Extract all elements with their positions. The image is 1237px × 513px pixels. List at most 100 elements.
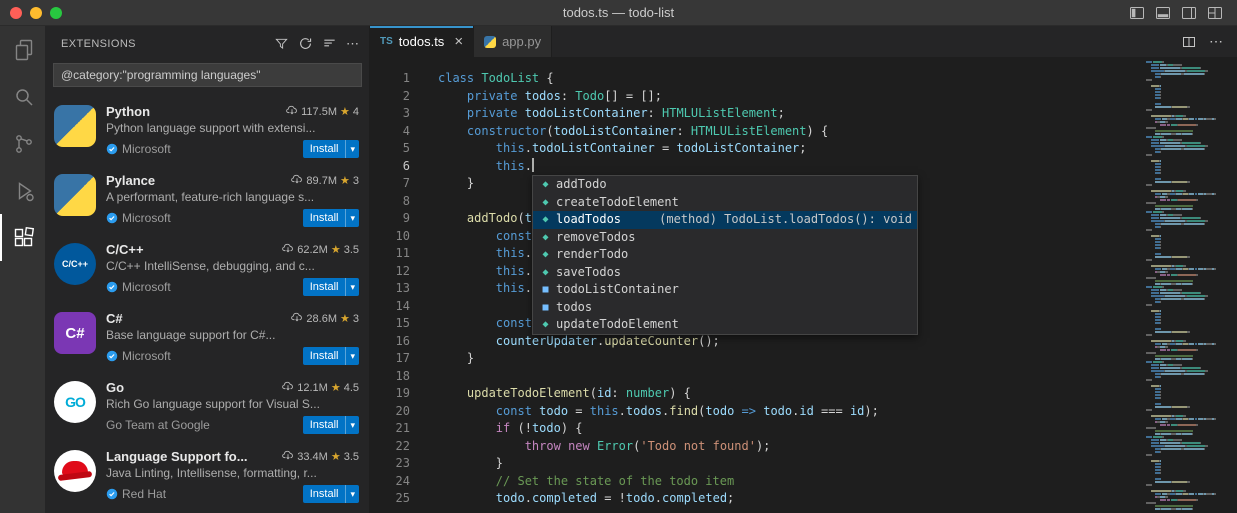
code-line[interactable]: // Set the state of the todo item bbox=[438, 473, 1142, 491]
install-button[interactable]: Install▾ bbox=[303, 140, 359, 158]
extension-item-c-c[interactable]: C/C++C/C++62.2M★3.5C/C++ IntelliSense, d… bbox=[45, 233, 369, 302]
line-number[interactable]: 18 bbox=[370, 368, 410, 386]
code-line[interactable]: class TodoList { bbox=[438, 70, 1142, 88]
line-number[interactable]: 25 bbox=[370, 490, 410, 508]
line-number[interactable]: 10 bbox=[370, 228, 410, 246]
refresh-icon[interactable] bbox=[298, 36, 313, 51]
line-number[interactable]: 20 bbox=[370, 403, 410, 421]
activity-explorer[interactable] bbox=[0, 26, 45, 73]
code-line[interactable]: updateTodoElement(id: number) { bbox=[438, 385, 1142, 403]
extension-item-python[interactable]: Python117.5M★4Python language support wi… bbox=[45, 95, 369, 164]
minimap[interactable] bbox=[1142, 57, 1237, 513]
install-dropdown-chevron-icon[interactable]: ▾ bbox=[345, 416, 359, 434]
suggest-item-loadTodos[interactable]: ◆loadTodos(method) TodoList.loadTodos():… bbox=[533, 211, 917, 229]
code-line[interactable]: } bbox=[438, 455, 1142, 473]
suggest-item-saveTodos[interactable]: ◆saveTodos bbox=[533, 264, 917, 282]
line-number[interactable]: 19 bbox=[370, 385, 410, 403]
install-button[interactable]: Install▾ bbox=[303, 416, 359, 434]
line-number[interactable]: 7 bbox=[370, 175, 410, 193]
line-number[interactable]: 3 bbox=[370, 105, 410, 123]
code-line[interactable]: this. bbox=[438, 158, 1142, 176]
install-button[interactable]: Install▾ bbox=[303, 209, 359, 227]
suggest-item-createTodoElement[interactable]: ◆createTodoElement bbox=[533, 194, 917, 212]
line-number[interactable]: 15 bbox=[370, 315, 410, 333]
install-button[interactable]: Install▾ bbox=[303, 485, 359, 503]
line-number[interactable]: 16 bbox=[370, 333, 410, 351]
install-label[interactable]: Install bbox=[303, 419, 346, 431]
code-line[interactable]: throw new Error('Todo not found'); bbox=[438, 438, 1142, 456]
suggest-item-addTodo[interactable]: ◆addTodo bbox=[533, 176, 917, 194]
activity-source-control[interactable] bbox=[0, 120, 45, 167]
filter-icon[interactable] bbox=[274, 36, 289, 51]
line-number[interactable]: 11 bbox=[370, 245, 410, 263]
code-line[interactable]: todo.completed = !todo.completed; bbox=[438, 490, 1142, 508]
extension-item-pylance[interactable]: Pylance89.7M★3A performant, feature-rich… bbox=[45, 164, 369, 233]
activity-run-debug[interactable] bbox=[0, 167, 45, 214]
customize-layout-icon[interactable] bbox=[1207, 5, 1223, 21]
line-number[interactable]: 1 bbox=[370, 70, 410, 88]
toggle-primary-sidebar-icon[interactable] bbox=[1129, 5, 1145, 21]
suggest-item-renderTodo[interactable]: ◆renderTodo bbox=[533, 246, 917, 264]
code-line[interactable]: } bbox=[438, 350, 1142, 368]
line-number[interactable]: 24 bbox=[370, 473, 410, 491]
install-label[interactable]: Install bbox=[303, 350, 346, 362]
extension-item-go[interactable]: GOGo12.1M★4.5Rich Go language support fo… bbox=[45, 371, 369, 440]
activity-search[interactable] bbox=[0, 73, 45, 120]
line-number[interactable]: 8 bbox=[370, 193, 410, 211]
line-number[interactable]: 22 bbox=[370, 438, 410, 456]
install-button[interactable]: Install▾ bbox=[303, 347, 359, 365]
minimap-line bbox=[1146, 505, 1235, 507]
clear-search-results-icon[interactable] bbox=[322, 36, 337, 51]
toggle-secondary-sidebar-icon[interactable] bbox=[1181, 5, 1197, 21]
tab-app-py[interactable]: app.py bbox=[474, 26, 552, 57]
tab-todos-ts[interactable]: TS todos.ts × bbox=[370, 26, 474, 57]
extension-item-c[interactable]: C#C#28.6M★3Base language support for C#.… bbox=[45, 302, 369, 371]
install-label[interactable]: Install bbox=[303, 281, 346, 293]
install-label[interactable]: Install bbox=[303, 143, 346, 155]
code-line[interactable]: const todo = this.todos.find(todo => tod… bbox=[438, 403, 1142, 421]
suggest-item-updateTodoElement[interactable]: ◆updateTodoElement bbox=[533, 316, 917, 334]
install-label[interactable]: Install bbox=[303, 488, 346, 500]
line-number[interactable]: 2 bbox=[370, 88, 410, 106]
line-number[interactable]: 4 bbox=[370, 123, 410, 141]
line-number[interactable]: 6 bbox=[370, 158, 410, 176]
more-editor-actions-icon[interactable]: ⋯ bbox=[1209, 33, 1223, 50]
line-number[interactable]: 12 bbox=[370, 263, 410, 281]
line-number[interactable]: 5 bbox=[370, 140, 410, 158]
close-tab-icon[interactable]: × bbox=[454, 36, 463, 48]
zoom-window-button[interactable] bbox=[50, 7, 62, 19]
code-line[interactable]: private todoListContainer: HTMLUListElem… bbox=[438, 105, 1142, 123]
line-number[interactable]: 17 bbox=[370, 350, 410, 368]
install-dropdown-chevron-icon[interactable]: ▾ bbox=[345, 347, 359, 365]
line-number[interactable]: 9 bbox=[370, 210, 410, 228]
minimize-window-button[interactable] bbox=[30, 7, 42, 19]
extensions-search-input[interactable] bbox=[53, 63, 362, 87]
suggest-item-todoListContainer[interactable]: ■todoListContainer bbox=[533, 281, 917, 299]
install-label[interactable]: Install bbox=[303, 212, 346, 224]
code-line[interactable]: this.todoListContainer = todoListContain… bbox=[438, 140, 1142, 158]
code-line[interactable]: if (!todo) { bbox=[438, 420, 1142, 438]
line-number[interactable]: 14 bbox=[370, 298, 410, 316]
activity-extensions[interactable] bbox=[0, 214, 45, 261]
code-line[interactable]: constructor(todoListContainer: HTMLUList… bbox=[438, 123, 1142, 141]
suggest-item-removeTodos[interactable]: ◆removeTodos bbox=[533, 229, 917, 247]
line-numbers-gutter[interactable]: 1234567891011121314151617181920212223242… bbox=[370, 57, 410, 513]
code-line[interactable]: counterUpdater.updateCounter(); bbox=[438, 333, 1142, 351]
code-line[interactable]: private todos: Todo[] = []; bbox=[438, 88, 1142, 106]
install-button[interactable]: Install▾ bbox=[303, 278, 359, 296]
toggle-panel-icon[interactable] bbox=[1155, 5, 1171, 21]
code-editor[interactable]: 1234567891011121314151617181920212223242… bbox=[370, 57, 1237, 513]
install-dropdown-chevron-icon[interactable]: ▾ bbox=[345, 485, 359, 503]
install-dropdown-chevron-icon[interactable]: ▾ bbox=[345, 209, 359, 227]
install-dropdown-chevron-icon[interactable]: ▾ bbox=[345, 140, 359, 158]
suggest-item-todos[interactable]: ■todos bbox=[533, 299, 917, 317]
line-number[interactable]: 23 bbox=[370, 455, 410, 473]
split-editor-icon[interactable] bbox=[1181, 34, 1197, 50]
code-line[interactable] bbox=[438, 368, 1142, 386]
more-actions-icon[interactable]: ⋯ bbox=[346, 39, 359, 49]
extension-item-language-support-fo[interactable]: Language Support fo...33.4M★3.5Java Lint… bbox=[45, 440, 369, 509]
line-number[interactable]: 13 bbox=[370, 280, 410, 298]
close-window-button[interactable] bbox=[10, 7, 22, 19]
line-number[interactable]: 21 bbox=[370, 420, 410, 438]
install-dropdown-chevron-icon[interactable]: ▾ bbox=[345, 278, 359, 296]
